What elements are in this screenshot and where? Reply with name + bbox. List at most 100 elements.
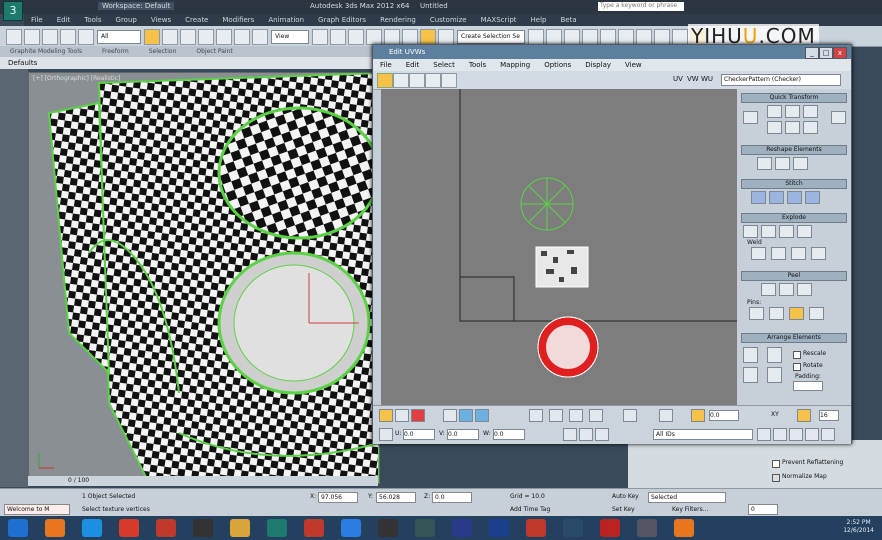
explode-rollout[interactable]: Explode [741, 213, 847, 223]
flatten-custom-icon[interactable] [797, 225, 812, 238]
snaps-icon[interactable] [366, 29, 382, 45]
reference-coord-dropdown[interactable]: View [271, 30, 309, 44]
unpin-icon[interactable] [769, 307, 784, 320]
firefox-icon[interactable] [45, 519, 65, 537]
pivot-icon[interactable] [312, 29, 328, 45]
pdf-icon[interactable] [600, 519, 620, 537]
flatten-by-material-icon[interactable] [779, 225, 794, 238]
edge-distance-icon[interactable] [797, 409, 811, 422]
straighten-icon[interactable] [757, 157, 772, 170]
shrink-icon[interactable] [475, 409, 489, 422]
v-input[interactable]: 0.0 [447, 429, 479, 440]
rescale-checkbox[interactable] [793, 351, 801, 359]
space-icon[interactable] [785, 121, 800, 134]
uvw-menu-item[interactable]: Options [537, 59, 578, 71]
grow-icon[interactable] [459, 409, 473, 422]
spinner-snap-icon[interactable] [420, 29, 436, 45]
quick-peel-icon[interactable] [761, 283, 776, 296]
filezilla2-icon[interactable] [304, 519, 324, 537]
schematic-icon[interactable] [618, 29, 634, 45]
rotate-icon[interactable] [234, 29, 250, 45]
menu-item[interactable]: Rendering [373, 14, 423, 26]
player-icon[interactable] [378, 519, 398, 537]
arrange-elements-rollout[interactable]: Arrange Elements [741, 333, 847, 343]
stitch-rollout[interactable]: Stitch [741, 179, 847, 189]
uv-editor-canvas[interactable] [381, 89, 737, 405]
polygon-mode-icon[interactable] [411, 409, 425, 422]
3dsmax-logo-icon[interactable]: 3 [3, 1, 23, 21]
peel-mode-icon[interactable] [779, 283, 794, 296]
weld-target-icon[interactable] [751, 247, 766, 260]
mirror-icon[interactable] [441, 73, 457, 88]
rescale-elements-icon[interactable] [767, 367, 782, 383]
photoshop-icon[interactable] [489, 519, 509, 537]
align-horizontal-icon[interactable] [785, 105, 800, 118]
percent-snap-icon[interactable] [402, 29, 418, 45]
menu-item[interactable]: Create [178, 14, 215, 26]
menu-item[interactable]: Edit [50, 14, 78, 26]
rotate-90-icon[interactable] [803, 105, 818, 118]
z-coordinate[interactable]: 0.0 [432, 492, 472, 503]
detach-edge-icon[interactable] [811, 247, 826, 260]
select-element-icon[interactable] [443, 409, 457, 422]
uvw-menu-item[interactable]: Edit [399, 59, 427, 71]
vw-label[interactable]: VW [687, 75, 699, 83]
pack-custom-icon[interactable] [767, 347, 782, 363]
menu-item[interactable]: MAXScript [474, 14, 524, 26]
filezilla-icon[interactable] [156, 519, 176, 537]
maximize-button[interactable]: □ [819, 47, 833, 59]
autodesk-icon[interactable] [526, 519, 546, 537]
u-input[interactable]: 0.0 [403, 429, 435, 440]
undo-icon[interactable] [6, 29, 22, 45]
3dsmax-icon[interactable] [267, 519, 287, 537]
video-icon[interactable] [637, 519, 657, 537]
select-object-icon[interactable] [144, 29, 160, 45]
system-clock[interactable]: 2:52 PM 12/6/2014 [843, 519, 874, 535]
uvw-menu-item[interactable]: File [373, 59, 399, 71]
key-filters-button[interactable]: Key Filters... [672, 506, 709, 513]
freeform-icon[interactable] [425, 73, 441, 88]
dropbox-icon[interactable] [341, 519, 361, 537]
edit-named-sel-icon[interactable] [438, 29, 454, 45]
flatten-by-polygon-icon[interactable] [743, 225, 758, 238]
uvw-menu-item[interactable]: View [618, 59, 649, 71]
edge-distance-input[interactable]: 16 [819, 410, 839, 421]
material-id-dropdown[interactable]: All IDs [653, 429, 753, 440]
rotate-minus-90-icon[interactable] [803, 121, 818, 134]
move-icon[interactable] [216, 29, 232, 45]
prevent-reflattening-checkbox[interactable] [772, 460, 780, 468]
uvw-menu-item[interactable]: Tools [462, 59, 493, 71]
lock-icon[interactable] [563, 428, 577, 441]
quick-transform-rollout[interactable]: Quick Transform [741, 93, 847, 103]
render-frame-icon[interactable] [672, 29, 688, 45]
select-by-name-icon[interactable] [162, 29, 178, 45]
stitch-settings-icon[interactable] [805, 191, 820, 204]
zoom-icon[interactable] [773, 428, 787, 441]
start-orb-icon[interactable] [8, 519, 28, 537]
auto-key-button[interactable]: Auto Key [612, 493, 639, 500]
screen-icon[interactable] [563, 519, 583, 537]
pack-normalize-icon[interactable] [743, 347, 758, 363]
reshape-elements-rollout[interactable]: Reshape Elements [741, 145, 847, 155]
peel-rollout[interactable]: Peel [741, 271, 847, 281]
ring-shrink-icon[interactable] [589, 409, 603, 422]
relax-settings-icon[interactable] [793, 157, 808, 170]
unlink-icon[interactable] [60, 29, 76, 45]
uvw-menu-item[interactable]: Display [578, 59, 618, 71]
normalize-map-checkbox[interactable] [772, 474, 780, 482]
material-editor-icon[interactable] [636, 29, 652, 45]
angle-snap-icon[interactable] [384, 29, 400, 45]
wu-label[interactable]: WU [701, 75, 713, 83]
zoom-extents-icon[interactable] [805, 428, 819, 441]
menu-item[interactable]: Customize [423, 14, 474, 26]
align-icon[interactable] [546, 29, 562, 45]
menu-item[interactable]: Graph Editors [311, 14, 373, 26]
bind-icon[interactable] [78, 29, 94, 45]
window-crossing-icon[interactable] [198, 29, 214, 45]
photoshop-alt-icon[interactable] [452, 519, 472, 537]
mirror-icon[interactable] [528, 29, 544, 45]
uv-layout[interactable] [381, 89, 737, 405]
workspace-dropdown[interactable]: Workspace: Default [98, 2, 175, 10]
y-coordinate[interactable]: 56.028 [376, 492, 416, 503]
set-key-button[interactable]: Set Key [612, 506, 635, 513]
